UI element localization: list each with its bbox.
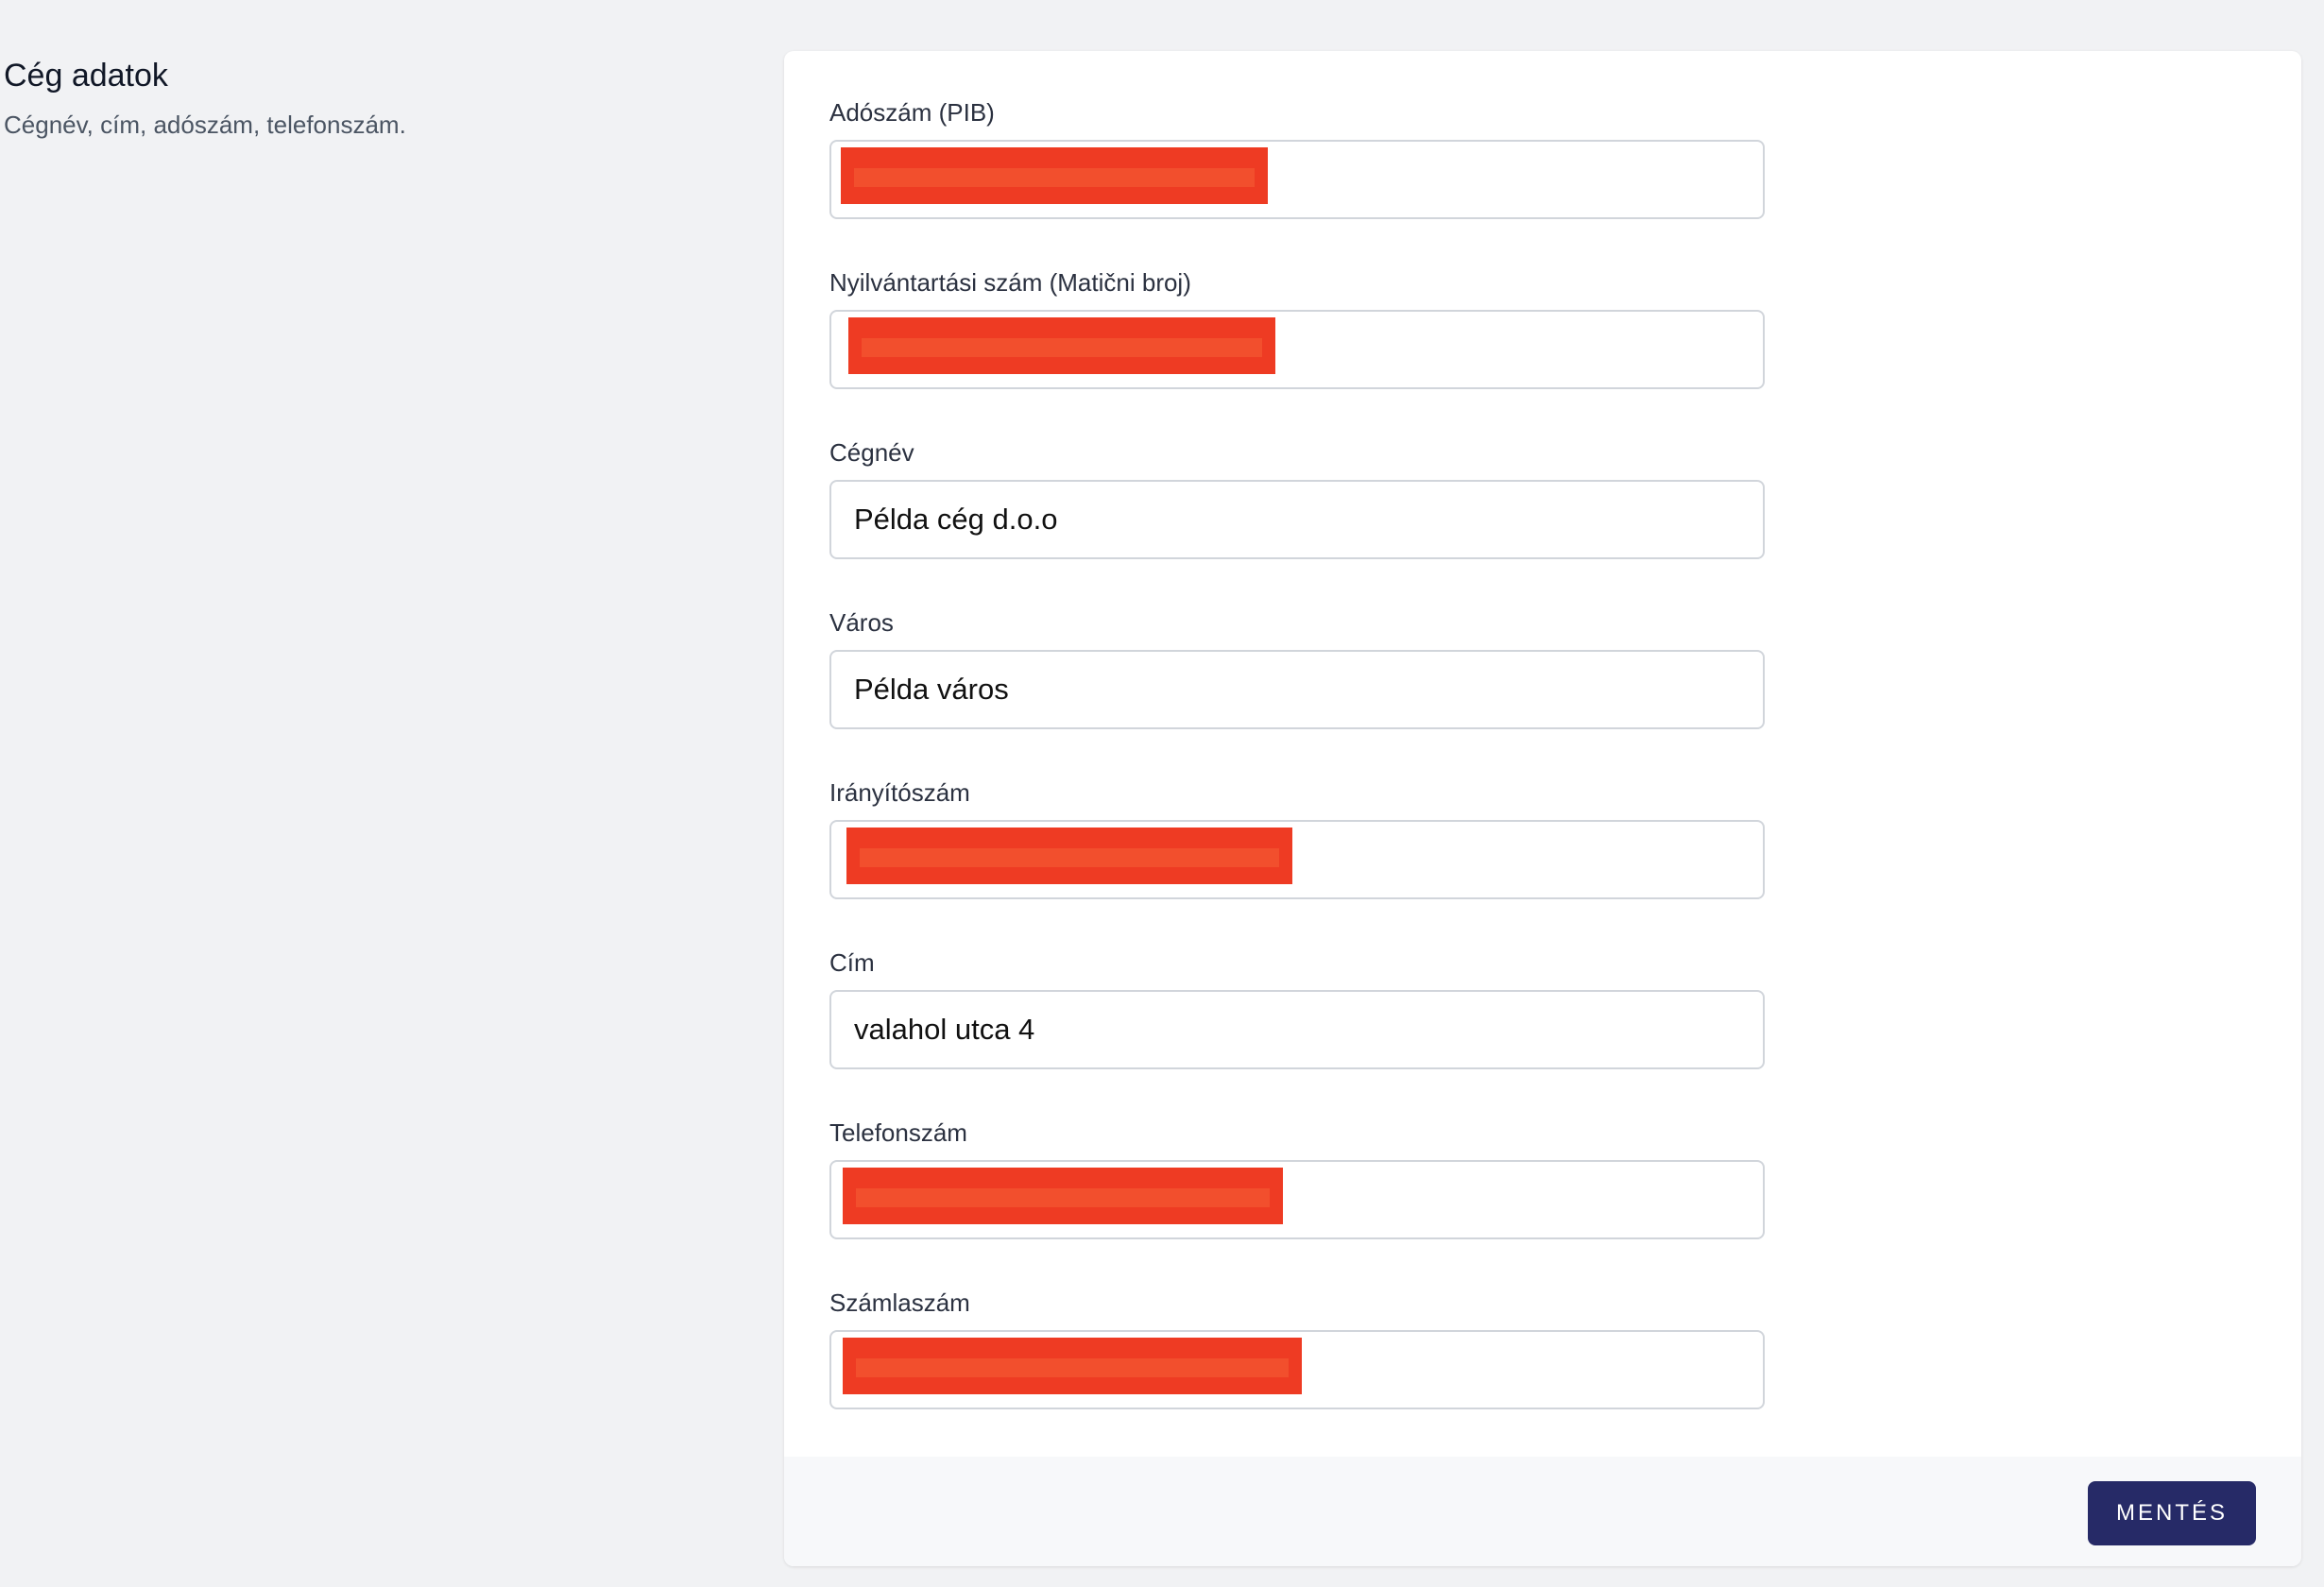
address-value: valahol utca 4 bbox=[854, 1013, 1035, 1046]
company-name-label: Cégnév bbox=[829, 438, 914, 467]
registration-number-input[interactable] bbox=[829, 310, 1765, 389]
registration-number-redaction bbox=[848, 317, 1275, 374]
company-settings-page: Cég adatok Cégnév, cím, adószám, telefon… bbox=[0, 0, 2324, 1587]
account-number-field-group: Számlaszám bbox=[829, 1287, 1765, 1457]
tax-number-label: Adószám (PIB) bbox=[829, 98, 995, 127]
section-description: Cégnév, cím, adószám, telefonszám. bbox=[4, 111, 406, 139]
form-footer: MENTÉS bbox=[784, 1457, 2301, 1566]
postal-code-field-group: Irányítószám bbox=[829, 776, 1765, 947]
postal-code-redaction bbox=[846, 828, 1292, 884]
section-intro: Cég adatok Cégnév, cím, adószám, telefon… bbox=[4, 53, 741, 144]
phone-number-field-group: Telefonszám bbox=[829, 1117, 1765, 1287]
address-input[interactable]: valahol utca 4 bbox=[829, 990, 1765, 1069]
city-label: Város bbox=[829, 608, 894, 637]
postal-code-label: Irányítószám bbox=[829, 778, 970, 807]
address-label: Cím bbox=[829, 948, 875, 977]
account-number-redaction bbox=[843, 1338, 1302, 1394]
tax-number-redaction bbox=[841, 147, 1268, 204]
tax-number-field-group: Adószám (PIB) bbox=[829, 96, 1765, 266]
phone-number-input[interactable] bbox=[829, 1160, 1765, 1239]
city-field-group: Város Példa város bbox=[829, 606, 1765, 776]
address-field-group: Cím valahol utca 4 bbox=[829, 947, 1765, 1117]
account-number-input[interactable] bbox=[829, 1330, 1765, 1409]
section-title: Cég adatok bbox=[4, 58, 168, 94]
phone-number-label: Telefonszám bbox=[829, 1118, 967, 1147]
phone-number-redaction bbox=[843, 1168, 1283, 1224]
city-value: Példa város bbox=[854, 673, 1009, 706]
registration-number-label: Nyilvántartási szám (Matični broj) bbox=[829, 268, 1191, 297]
tax-number-input[interactable] bbox=[829, 140, 1765, 219]
company-name-value: Példa cég d.o.o bbox=[854, 503, 1058, 536]
account-number-label: Számlaszám bbox=[829, 1288, 970, 1317]
postal-code-input[interactable] bbox=[829, 820, 1765, 899]
company-data-card: Adószám (PIB) Nyilvántartási szám (Matič… bbox=[784, 51, 2301, 1566]
save-button[interactable]: MENTÉS bbox=[2088, 1481, 2256, 1545]
city-input[interactable]: Példa város bbox=[829, 650, 1765, 729]
company-data-form: Adószám (PIB) Nyilvántartási szám (Matič… bbox=[829, 96, 1765, 1457]
company-name-field-group: Cégnév Példa cég d.o.o bbox=[829, 436, 1765, 606]
company-name-input[interactable]: Példa cég d.o.o bbox=[829, 480, 1765, 559]
registration-number-field-group: Nyilvántartási szám (Matični broj) bbox=[829, 266, 1765, 436]
